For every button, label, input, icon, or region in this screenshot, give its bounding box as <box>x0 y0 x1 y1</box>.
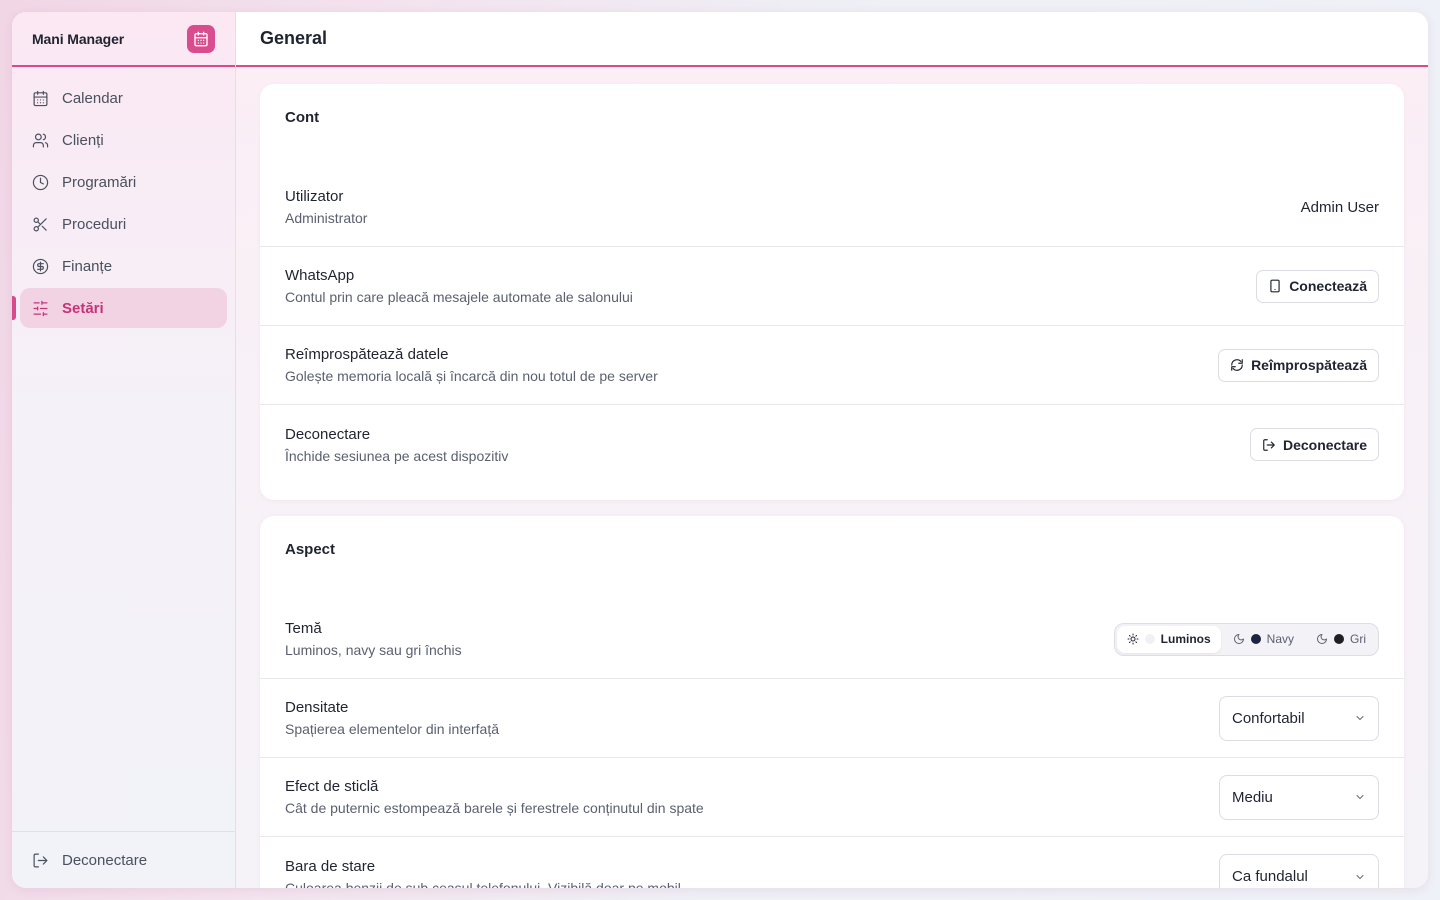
sidebar: Mani Manager Calendar Clienți Programări… <box>12 12 236 888</box>
glass-desc: Cât de puternic estompează barele și fer… <box>285 800 704 816</box>
statusbar-desc: Culoarea benzii de sub ceasul telefonulu… <box>285 879 685 889</box>
scissors-icon <box>32 216 49 233</box>
theme-switcher: Luminos Navy Gri <box>1113 622 1379 656</box>
sidebar-logout-label: Deconectare <box>62 851 148 869</box>
glass-select[interactable]: Mediu <box>1219 774 1379 820</box>
theme-label: Temă <box>285 620 322 637</box>
appearance-card-title: Aspect <box>285 541 336 558</box>
user-name: Admin User <box>1300 198 1379 216</box>
whatsapp-label: WhatsApp <box>285 267 355 284</box>
sidebar-item-calendar[interactable]: Calendar <box>20 78 227 118</box>
sidebar-item-label: Programări <box>62 173 137 191</box>
density-label: Densitate <box>285 699 349 716</box>
sidebar-item-label: Setări <box>62 299 104 317</box>
sidebar-item-proceduri[interactable]: Proceduri <box>20 204 227 244</box>
glass-label: Efect de sticlă <box>285 778 379 795</box>
theme-option-luminos[interactable]: Luminos <box>1116 625 1221 653</box>
dollar-circle-icon <box>32 258 49 275</box>
refresh-button[interactable]: Reîmprospătează <box>1218 348 1379 382</box>
chevron-down-icon <box>1354 871 1366 883</box>
sidebar-logout-button[interactable]: Deconectare <box>12 831 236 888</box>
logout-button[interactable]: Deconectare <box>1249 428 1379 461</box>
logout-row: Deconectare Închide sesiunea pe acest di… <box>260 405 1404 484</box>
sidebar-item-label: Clienți <box>62 131 104 149</box>
top-bar: General <box>236 12 1428 67</box>
sidebar-nav: Calendar Clienți Programări Proceduri Fi… <box>12 67 235 328</box>
sidebar-item-setari[interactable]: Setări <box>12 288 227 328</box>
settings-content[interactable]: Cont Utilizator Administrator Admin User… <box>236 67 1428 888</box>
theme-option-gri[interactable]: Gri <box>1306 626 1376 653</box>
clock-icon <box>32 174 49 191</box>
logout-button-label: Deconectare <box>1282 436 1367 453</box>
users-icon <box>32 132 49 149</box>
calendar-icon <box>32 90 49 107</box>
connect-button-label: Conectează <box>1289 278 1367 294</box>
account-card: Cont Utilizator Administrator Admin User… <box>260 84 1404 500</box>
sidebar-item-label: Finanțe <box>62 257 113 275</box>
theme-option-label: Luminos <box>1160 632 1211 646</box>
refresh-label: Reîmprospătează datele <box>285 346 449 363</box>
account-card-title: Cont <box>285 109 320 126</box>
moon-icon <box>1316 633 1328 645</box>
sun-icon <box>1127 633 1139 645</box>
logout-icon <box>32 852 49 869</box>
sidebar-item-finante[interactable]: Finanțe <box>20 246 227 286</box>
refresh-button-label: Reîmprospătează <box>1251 357 1367 373</box>
app-name: Mani Manager <box>32 30 125 47</box>
theme-swatch <box>1250 634 1261 644</box>
sidebar-item-label: Calendar <box>62 89 123 107</box>
theme-row: Temă Luminos, navy sau gri închis Lumino… <box>260 600 1404 679</box>
phone-icon <box>1268 279 1282 293</box>
density-select[interactable]: Confortabil <box>1219 695 1379 741</box>
brand-header: Mani Manager <box>12 12 235 67</box>
theme-option-label: Navy <box>1266 632 1294 646</box>
logout-desc: Închide sesiunea pe acest dispozitiv <box>285 447 509 464</box>
glass-value: Mediu <box>1232 788 1273 806</box>
refresh-row: Reîmprospătează datele Golește memoria l… <box>260 326 1404 405</box>
user-role: Administrator <box>285 210 368 226</box>
glass-row: Efect de sticlă Cât de puternic estompea… <box>260 758 1404 837</box>
density-value: Confortabil <box>1232 709 1305 727</box>
refresh-icon <box>1230 358 1244 372</box>
user-row: Utilizator Administrator Admin User <box>260 168 1404 247</box>
sidebar-item-programari[interactable]: Programări <box>20 162 227 202</box>
density-desc: Spațierea elementelor din interfață <box>285 721 500 737</box>
connect-whatsapp-button[interactable]: Conectează <box>1256 269 1379 303</box>
app-window: Mani Manager Calendar Clienți Programări… <box>12 12 1428 888</box>
appearance-card: Aspect Temă Luminos, navy sau gri închis <box>260 516 1404 888</box>
sidebar-item-clienti[interactable]: Clienți <box>20 120 227 160</box>
refresh-desc: Golește memoria locală și încarcă din no… <box>285 368 658 384</box>
theme-option-label: Gri <box>1350 632 1366 646</box>
user-label: Utilizator <box>285 188 344 205</box>
chevron-down-icon <box>1354 791 1366 803</box>
page-title: General <box>260 28 328 48</box>
calendar-icon[interactable] <box>187 24 215 53</box>
theme-swatch <box>1334 634 1344 644</box>
theme-swatch <box>1144 634 1155 644</box>
statusbar-row: Bara de stare Culoarea benzii de sub cea… <box>260 837 1404 888</box>
main-area: General Cont Utilizator Administrator Ad… <box>236 12 1428 888</box>
density-row: Densitate Spațierea elementelor din inte… <box>260 679 1404 758</box>
logout-label: Deconectare <box>285 425 371 443</box>
statusbar-select[interactable]: Ca fundalul <box>1219 854 1379 888</box>
theme-option-navy[interactable]: Navy <box>1223 626 1304 653</box>
logout-icon <box>1262 438 1276 452</box>
sliders-icon <box>32 300 49 317</box>
statusbar-label: Bara de stare <box>285 857 376 875</box>
whatsapp-row: WhatsApp Contul prin care pleacă mesajel… <box>260 247 1404 326</box>
sidebar-item-label: Proceduri <box>62 215 127 233</box>
chevron-down-icon <box>1354 712 1366 724</box>
whatsapp-desc: Contul prin care pleacă mesajele automat… <box>285 289 633 305</box>
statusbar-value: Ca fundalul <box>1232 868 1308 885</box>
moon-icon <box>1233 633 1245 645</box>
theme-desc: Luminos, navy sau gri închis <box>285 642 462 658</box>
